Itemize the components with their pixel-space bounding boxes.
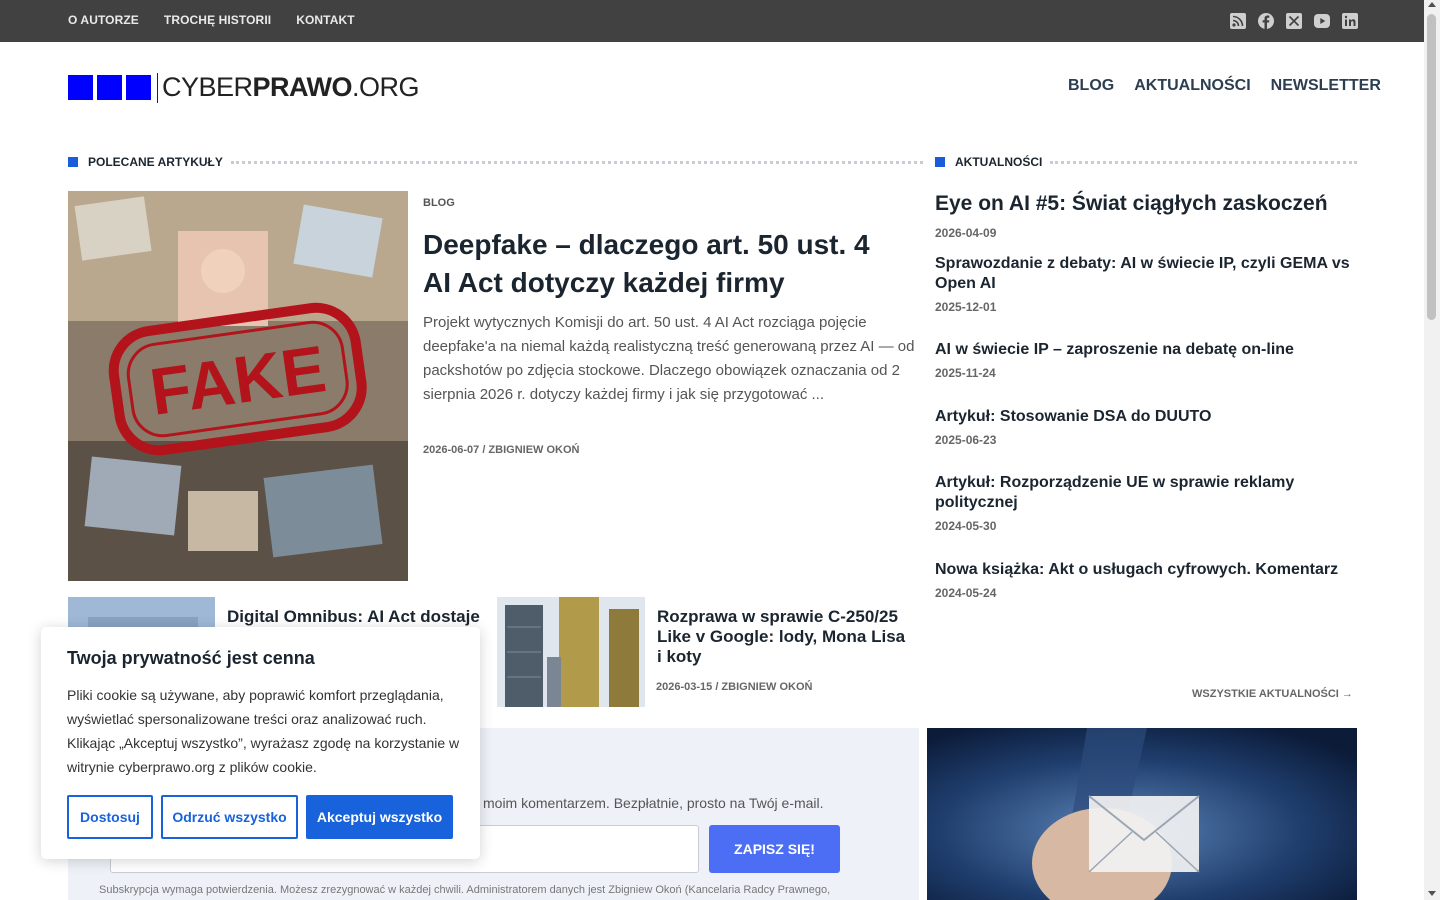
news-item-title[interactable]: Sprawozdanie z debaty: AI w świecie IP, … xyxy=(935,254,1355,294)
newsletter-subscribe-button[interactable]: ZAPISZ SIĘ! xyxy=(709,825,840,873)
news-item-title[interactable]: Nowa książka: Akt o usługach cyfrowych. … xyxy=(935,560,1355,580)
featured-category[interactable]: BLOG xyxy=(423,197,455,209)
all-news-link[interactable]: WSZYSTKIE AKTUALNOŚCI → xyxy=(1192,688,1353,700)
news-item-date: 2025-11-24 xyxy=(935,366,996,380)
news-item-title[interactable]: AI w świecie IP – zaproszenie na debatę … xyxy=(935,340,1355,360)
news-item-date: 2024-05-24 xyxy=(935,586,997,600)
small-article-title[interactable]: Digital Omnibus: AI Act dostaje xyxy=(227,607,482,627)
news-item[interactable]: Sprawozdanie z debaty: AI w świecie IP, … xyxy=(935,254,1355,314)
youtube-icon[interactable] xyxy=(1313,12,1331,30)
section-divider xyxy=(1050,160,1358,164)
small-article-image[interactable] xyxy=(497,597,645,707)
rss-icon[interactable] xyxy=(1229,12,1247,30)
featured-excerpt: Projekt wytycznych Komisji do art. 50 us… xyxy=(423,314,915,403)
featured-section-header: POLECANE ARTYKUŁY xyxy=(68,155,923,169)
news-item[interactable]: Artykuł: Stosowanie DSA do DUUTO 2025-06… xyxy=(935,407,1355,447)
top-nav-about[interactable]: O AUTORZE xyxy=(68,13,139,27)
section-marker-icon xyxy=(935,157,945,167)
news-section-title: AKTUALNOŚCI xyxy=(955,155,1043,169)
news-item[interactable]: Eye on AI #5: Świat ciągłych zaskoczeń 2… xyxy=(935,192,1355,240)
facebook-icon[interactable] xyxy=(1257,12,1275,30)
featured-section-title: POLECANE ARTYKUŁY xyxy=(88,155,223,169)
x-icon[interactable] xyxy=(1285,12,1303,30)
main-nav: BLOG AKTUALNOŚCI NEWSLETTER xyxy=(1068,77,1381,95)
news-item-date: 2026-04-09 xyxy=(935,226,997,240)
top-nav-history[interactable]: TROCHĘ HISTORII xyxy=(164,13,271,27)
cookie-customize-button[interactable]: Dostosuj xyxy=(67,795,153,839)
cookie-reject-button[interactable]: Odrzuć wszystko xyxy=(161,795,298,839)
featured-article-image[interactable]: FAKE xyxy=(68,191,408,581)
scrollbar-thumb[interactable] xyxy=(1427,14,1436,320)
linkedin-icon[interactable] xyxy=(1341,12,1359,30)
nav-newsletter[interactable]: NEWSLETTER xyxy=(1271,77,1381,95)
scrollbar[interactable] xyxy=(1424,0,1440,900)
small-article-title[interactable]: Rozprawa w sprawie C-250/25 Like v Googl… xyxy=(657,607,912,667)
logo-text: CYBERPRAWO.ORG xyxy=(162,72,420,102)
logo-square-icon xyxy=(126,75,151,100)
cookie-accept-button[interactable]: Akceptuj wszystko xyxy=(306,795,453,839)
cookie-body: Pliki cookie są używane, aby poprawić ko… xyxy=(67,687,460,775)
news-section-header: AKTUALNOŚCI xyxy=(935,155,1358,169)
logo-square-icon xyxy=(68,75,93,100)
section-marker-icon xyxy=(68,157,78,167)
newsletter-description: moim komentarzem. Bezpłatnie, prosto na … xyxy=(483,795,824,811)
news-item-title[interactable]: Eye on AI #5: Świat ciągłych zaskoczeń xyxy=(935,192,1355,216)
news-item-title[interactable]: Artykuł: Stosowanie DSA do DUUTO xyxy=(935,407,1355,427)
logo-square-icon xyxy=(97,75,122,100)
news-item[interactable]: Artykuł: Rozporządzenie UE w sprawie rek… xyxy=(935,473,1355,533)
news-item-title[interactable]: Artykuł: Rozporządzenie UE w sprawie rek… xyxy=(935,473,1315,513)
news-item[interactable]: AI w świecie IP – zaproszenie na debatę … xyxy=(935,340,1355,380)
cookie-title: Twoja prywatność jest cenna xyxy=(67,648,315,668)
social-links xyxy=(1229,12,1359,30)
section-divider xyxy=(230,160,923,164)
top-nav-contact[interactable]: KONTAKT xyxy=(296,13,354,27)
top-bar: O AUTORZE TROCHĘ HISTORII KONTAKT xyxy=(0,0,1424,42)
news-item[interactable]: Nowa książka: Akt o usługach cyfrowych. … xyxy=(935,560,1355,600)
news-item-date: 2024-05-30 xyxy=(935,519,997,533)
newsletter-image xyxy=(927,728,1357,900)
cookie-consent-dialog: Twoja prywatność jest cenna Pliki cookie… xyxy=(41,627,480,859)
newsletter-fine-print: Subskrypcja wymaga potwierdzenia. Możesz… xyxy=(99,884,831,896)
nav-blog[interactable]: BLOG xyxy=(1068,77,1114,95)
news-item-date: 2025-12-01 xyxy=(935,300,997,314)
nav-news[interactable]: AKTUALNOŚCI xyxy=(1134,77,1250,95)
top-nav: O AUTORZE TROCHĘ HISTORII KONTAKT xyxy=(68,13,355,27)
logo-divider xyxy=(157,72,158,103)
featured-meta: 2026-06-07 / ZBIGNIEW OKOŃ xyxy=(423,444,580,456)
scroll-down-icon[interactable] xyxy=(1428,891,1436,896)
small-article-meta: 2026-03-15 / ZBIGNIEW OKOŃ xyxy=(656,681,813,693)
site-logo[interactable]: CYBERPRAWO.ORG xyxy=(68,72,420,103)
featured-title[interactable]: Deepfake – dlaczego art. 50 ust. 4 AI Ac… xyxy=(423,226,903,302)
news-item-date: 2025-06-23 xyxy=(935,433,997,447)
scroll-up-icon[interactable] xyxy=(1428,2,1436,7)
